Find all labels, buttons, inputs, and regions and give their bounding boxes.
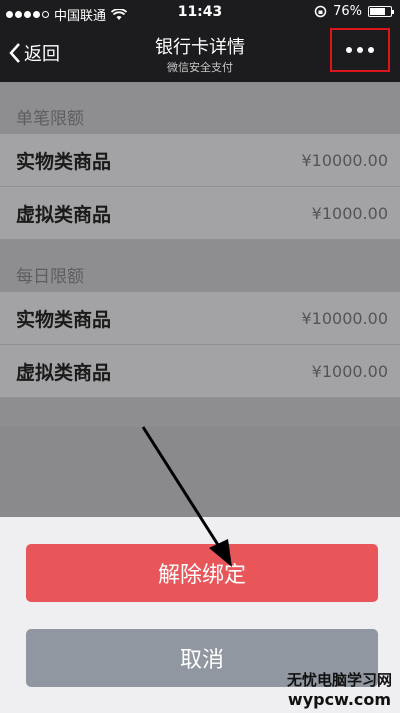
limits-content: 单笔限额 实物类商品 ¥10000.00 虚拟类商品 ¥1000.00 每日限额… — [0, 82, 400, 427]
row-label: 实物类商品 — [16, 150, 112, 173]
row-value: ¥1000.00 — [311, 361, 388, 381]
row-value: ¥10000.00 — [301, 308, 388, 328]
status-right: 76% — [314, 4, 394, 19]
watermark: 无忧电脑学习网 wypcw.com — [287, 669, 392, 709]
unbind-card-button[interactable]: 解除绑定 — [26, 544, 378, 602]
more-dots-icon — [346, 47, 374, 53]
row-label: 实物类商品 — [16, 308, 112, 331]
status-bar: 中国联通 11:43 76% — [0, 0, 400, 26]
row-label: 虚拟类商品 — [16, 203, 112, 226]
navigation-bar: 返回 银行卡详情 微信安全支付 — [0, 26, 400, 82]
battery-fill — [370, 8, 386, 15]
more-options-button[interactable] — [330, 28, 390, 72]
watermark-title: 无忧电脑学习网 — [286, 671, 392, 689]
overlay-dim[interactable] — [0, 427, 400, 517]
list-item[interactable]: 实物类商品 ¥10000.00 — [0, 292, 400, 345]
section-header-daily-limit: 每日限额 — [16, 267, 84, 287]
watermark-url: wypcw.com — [287, 690, 392, 709]
section-header-single-limit: 单笔限额 — [16, 109, 84, 129]
list-item[interactable]: 实物类商品 ¥10000.00 — [0, 134, 400, 187]
row-value: ¥10000.00 — [301, 150, 388, 170]
row-label: 虚拟类商品 — [16, 361, 112, 384]
battery-percent: 76% — [333, 4, 362, 19]
row-value: ¥1000.00 — [311, 203, 388, 223]
battery-icon — [368, 6, 394, 17]
list-item[interactable]: 虚拟类商品 ¥1000.00 — [0, 345, 400, 398]
rotation-lock-icon — [314, 5, 327, 18]
list-item[interactable]: 虚拟类商品 ¥1000.00 — [0, 187, 400, 240]
